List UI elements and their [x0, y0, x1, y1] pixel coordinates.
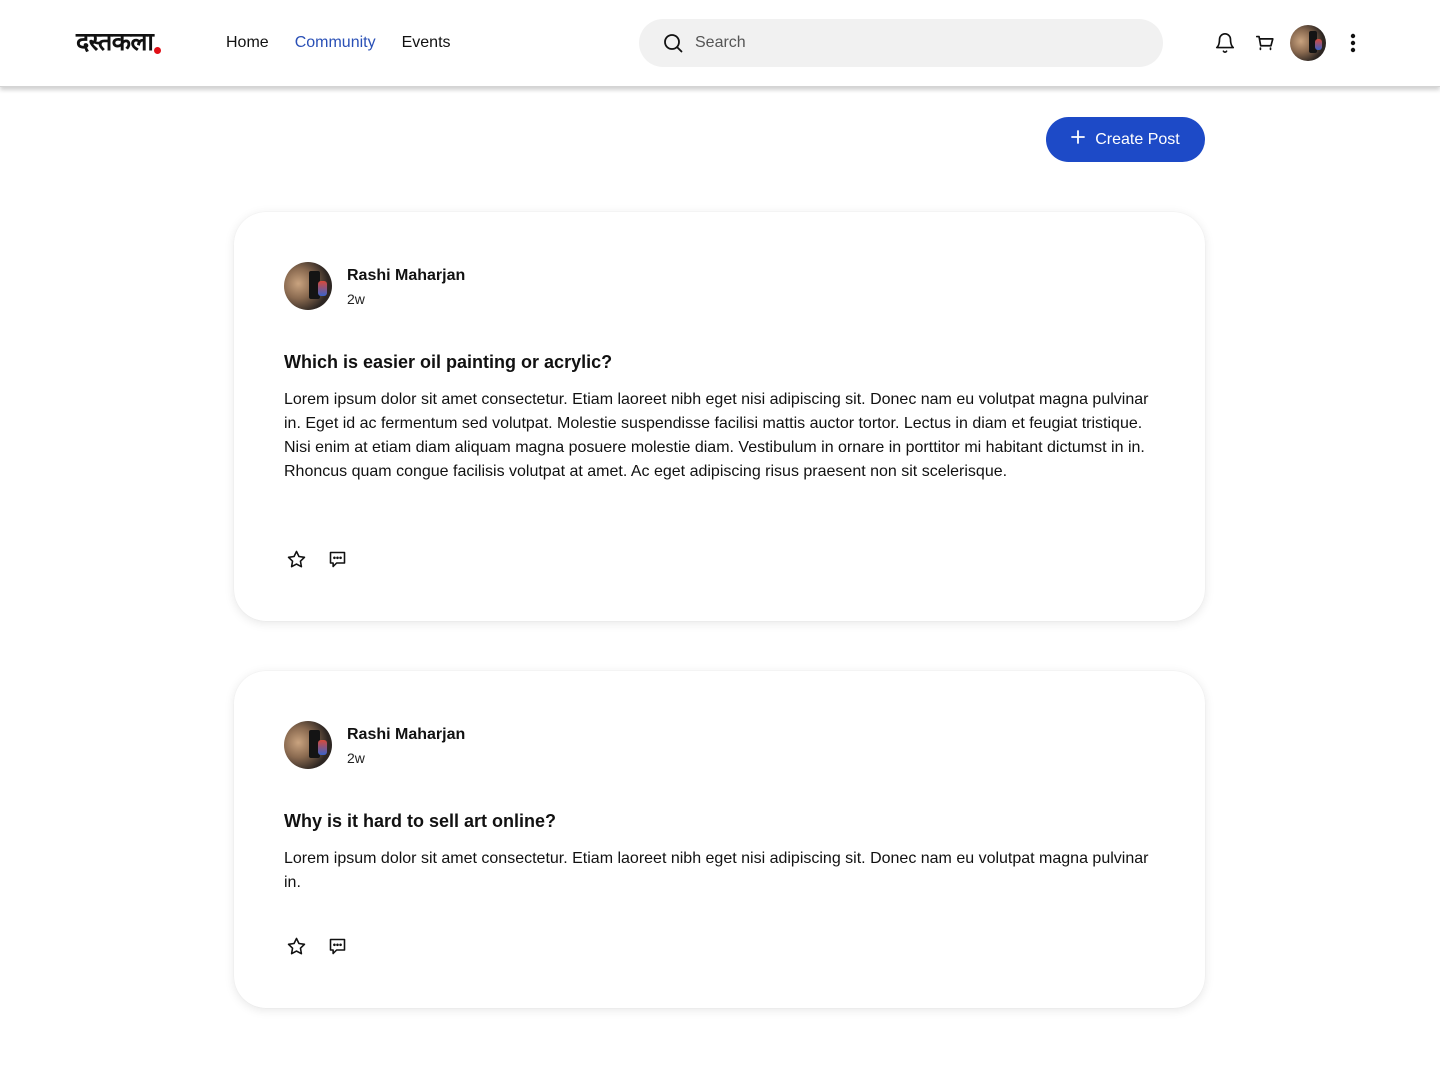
nav-home[interactable]: Home	[226, 31, 269, 55]
search-bar[interactable]	[639, 19, 1163, 67]
post-title[interactable]: Which is easier oil painting or acrylic?	[284, 349, 612, 375]
post-title[interactable]: Why is it hard to sell art online?	[284, 808, 556, 834]
post-author[interactable]: Rashi Maharjan 2w	[284, 262, 465, 310]
search-input[interactable]	[695, 34, 1115, 52]
plus-icon	[1071, 130, 1086, 149]
post-author[interactable]: Rashi Maharjan 2w	[284, 721, 465, 769]
top-navbar: दस्तकला Home Community Events	[0, 0, 1440, 87]
create-post-label: Create Post	[1095, 130, 1180, 148]
main-nav: Home Community Events	[226, 31, 451, 55]
post-actions	[284, 934, 349, 958]
post-body: Lorem ipsum dolor sit amet consectetur. …	[284, 391, 1149, 480]
cart-icon[interactable]	[1253, 31, 1277, 55]
post-timestamp: 2w	[347, 290, 365, 307]
search-icon	[663, 33, 683, 53]
author-name[interactable]: Rashi Maharjan	[347, 264, 465, 288]
post-timestamp: 2w	[347, 749, 365, 766]
comment-icon[interactable]	[325, 547, 349, 571]
author-avatar[interactable]	[284, 721, 332, 769]
author-name[interactable]: Rashi Maharjan	[347, 723, 465, 747]
star-icon[interactable]	[284, 547, 308, 571]
author-avatar[interactable]	[284, 262, 332, 310]
post-body: Lorem ipsum dolor sit amet consectetur. …	[284, 850, 1149, 891]
author-meta: Rashi Maharjan 2w	[347, 723, 465, 768]
post-actions	[284, 547, 349, 571]
nav-events[interactable]: Events	[402, 31, 451, 55]
post-card: Rashi Maharjan 2w Which is easier oil pa…	[234, 212, 1205, 621]
bell-icon[interactable]	[1213, 31, 1237, 55]
comment-icon[interactable]	[325, 934, 349, 958]
post-card: Rashi Maharjan 2w Why is it hard to sell…	[234, 671, 1205, 1008]
user-avatar[interactable]	[1290, 25, 1326, 61]
brand-logo-dot	[154, 47, 162, 54]
more-vertical-icon[interactable]	[1342, 31, 1364, 55]
author-meta: Rashi Maharjan 2w	[347, 264, 465, 309]
create-post-button[interactable]: Create Post	[1046, 117, 1205, 162]
star-icon[interactable]	[284, 934, 308, 958]
brand-logo[interactable]: दस्तकला	[76, 27, 162, 57]
nav-community[interactable]: Community	[295, 31, 376, 55]
brand-logo-text: दस्तकला	[76, 27, 154, 56]
